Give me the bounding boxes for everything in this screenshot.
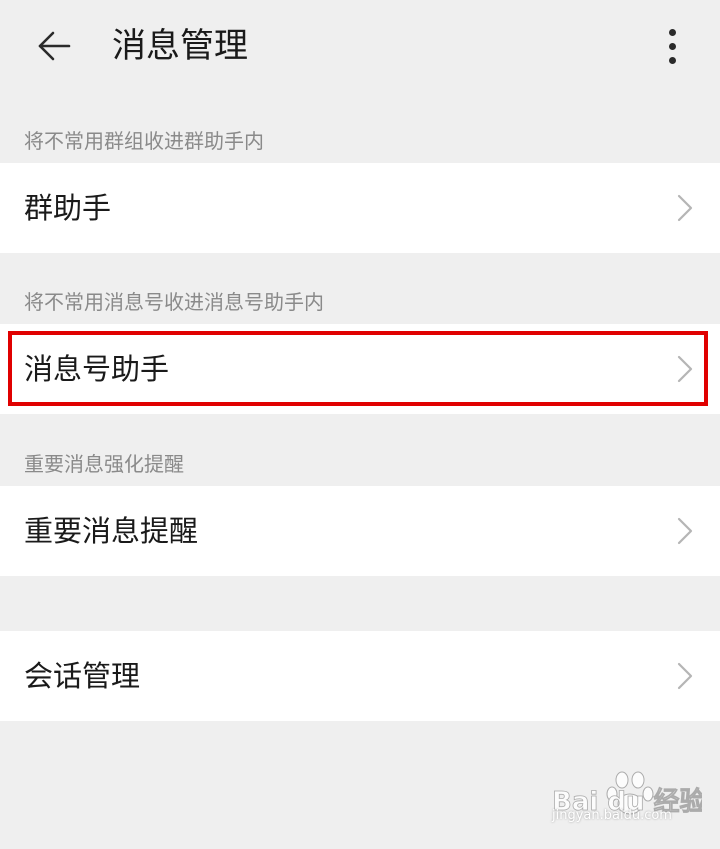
more-vertical-icon-dot	[668, 56, 676, 64]
back-button[interactable]	[26, 22, 82, 70]
more-vertical-icon	[668, 28, 676, 36]
row-label: 会话管理	[24, 659, 141, 693]
section-label-account-helper: 将不常用消息号收进消息号助手内	[24, 290, 324, 314]
message-management-page: 消息管理 将不常用群组收进群助手内 群助手 将不常用消息号收进消息号助手内 消息…	[0, 0, 720, 849]
watermark-url: jingyan.baidu.com	[552, 808, 672, 823]
chevron-right-icon	[677, 355, 693, 383]
chevron-right-icon	[677, 662, 693, 690]
more-vertical-icon-dot	[668, 42, 676, 50]
top-bar: 消息管理	[0, 0, 720, 96]
row-group-helper[interactable]: 群助手	[0, 163, 720, 253]
row-label: 消息号助手	[24, 352, 170, 386]
chevron-right-icon	[677, 194, 693, 222]
row-label: 重要消息提醒	[24, 514, 199, 548]
more-options-button[interactable]	[648, 18, 696, 74]
baidu-paw-watermark-icon: Bai du 经验	[552, 771, 702, 817]
row-label: 群助手	[24, 191, 112, 225]
chevron-right-icon	[677, 517, 693, 545]
row-important-alert[interactable]: 重要消息提醒	[0, 486, 720, 576]
row-account-helper[interactable]: 消息号助手	[0, 324, 720, 414]
arrow-left-icon	[38, 31, 71, 61]
section-label-important-alert: 重要消息强化提醒	[24, 452, 184, 476]
row-conversation-management[interactable]: 会话管理	[0, 631, 720, 721]
section-label-group-helper: 将不常用群组收进群助手内	[24, 129, 264, 153]
page-title: 消息管理	[112, 26, 248, 66]
